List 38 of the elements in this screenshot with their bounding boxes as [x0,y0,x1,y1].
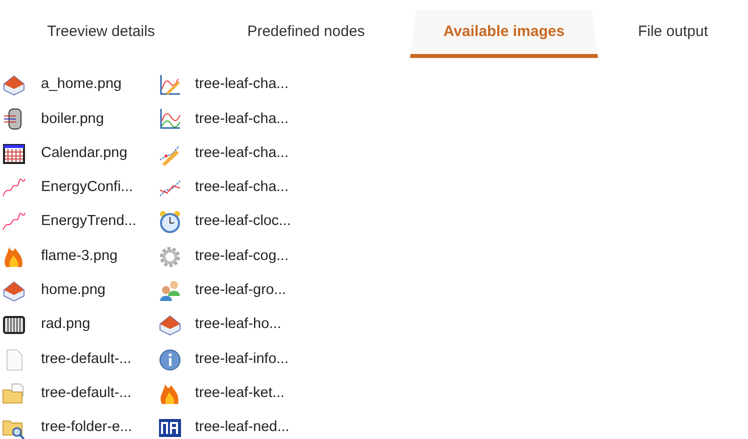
file-name[interactable]: Calendar.png [41,142,128,165]
file-name[interactable]: tree-leaf-cha... [195,108,288,130]
file-name[interactable]: tree-leaf-cog... [195,246,288,268]
file-name[interactable]: tree-leaf-cha... [195,142,288,165]
folder-icon [2,382,26,406]
file-name[interactable]: tree-leaf-gro... [195,280,286,302]
clock-icon [158,210,182,234]
file-name[interactable]: EnergyTrend... [41,211,136,234]
logo-icon [158,416,182,439]
file-name[interactable]: rad.png [41,314,90,336]
gear-icon [158,244,182,269]
tab[interactable]: Available images [410,10,598,58]
house-icon [158,313,182,338]
calendar-icon [2,142,26,166]
file-name[interactable]: EnergyConfi... [41,177,133,199]
tab[interactable]: Treeview details [0,10,202,58]
file-name[interactable]: a_home.png [41,74,122,96]
file-name[interactable]: home.png [41,280,106,302]
file-name[interactable]: tree-leaf-info... [195,348,288,370]
house-icon [2,73,26,98]
file-name[interactable]: tree-leaf-ned... [195,417,290,439]
info-icon [158,348,182,372]
chart-pencil-icon [158,73,182,98]
file-name[interactable]: tree-folder-e... [41,417,132,439]
file-name[interactable]: tree-leaf-ket... [195,382,284,405]
house-icon [2,278,26,303]
file-name[interactable]: tree-leaf-cha... [195,74,288,96]
file-name[interactable]: boiler.png [41,108,104,130]
tab[interactable]: Predefined nodes [202,10,410,58]
file-name[interactable]: tree-leaf-ho... [195,314,282,336]
chart-icon [158,107,182,132]
people-icon [158,278,182,303]
file-name[interactable]: flame-3.png [41,246,118,268]
tab[interactable]: File output [598,10,748,58]
file-name[interactable]: tree-leaf-cloc... [195,211,291,234]
file-name[interactable]: tree-default-... [41,382,132,405]
file-name[interactable]: tree-leaf-cha... [195,177,288,199]
file-name[interactable]: tree-default-... [41,348,132,370]
